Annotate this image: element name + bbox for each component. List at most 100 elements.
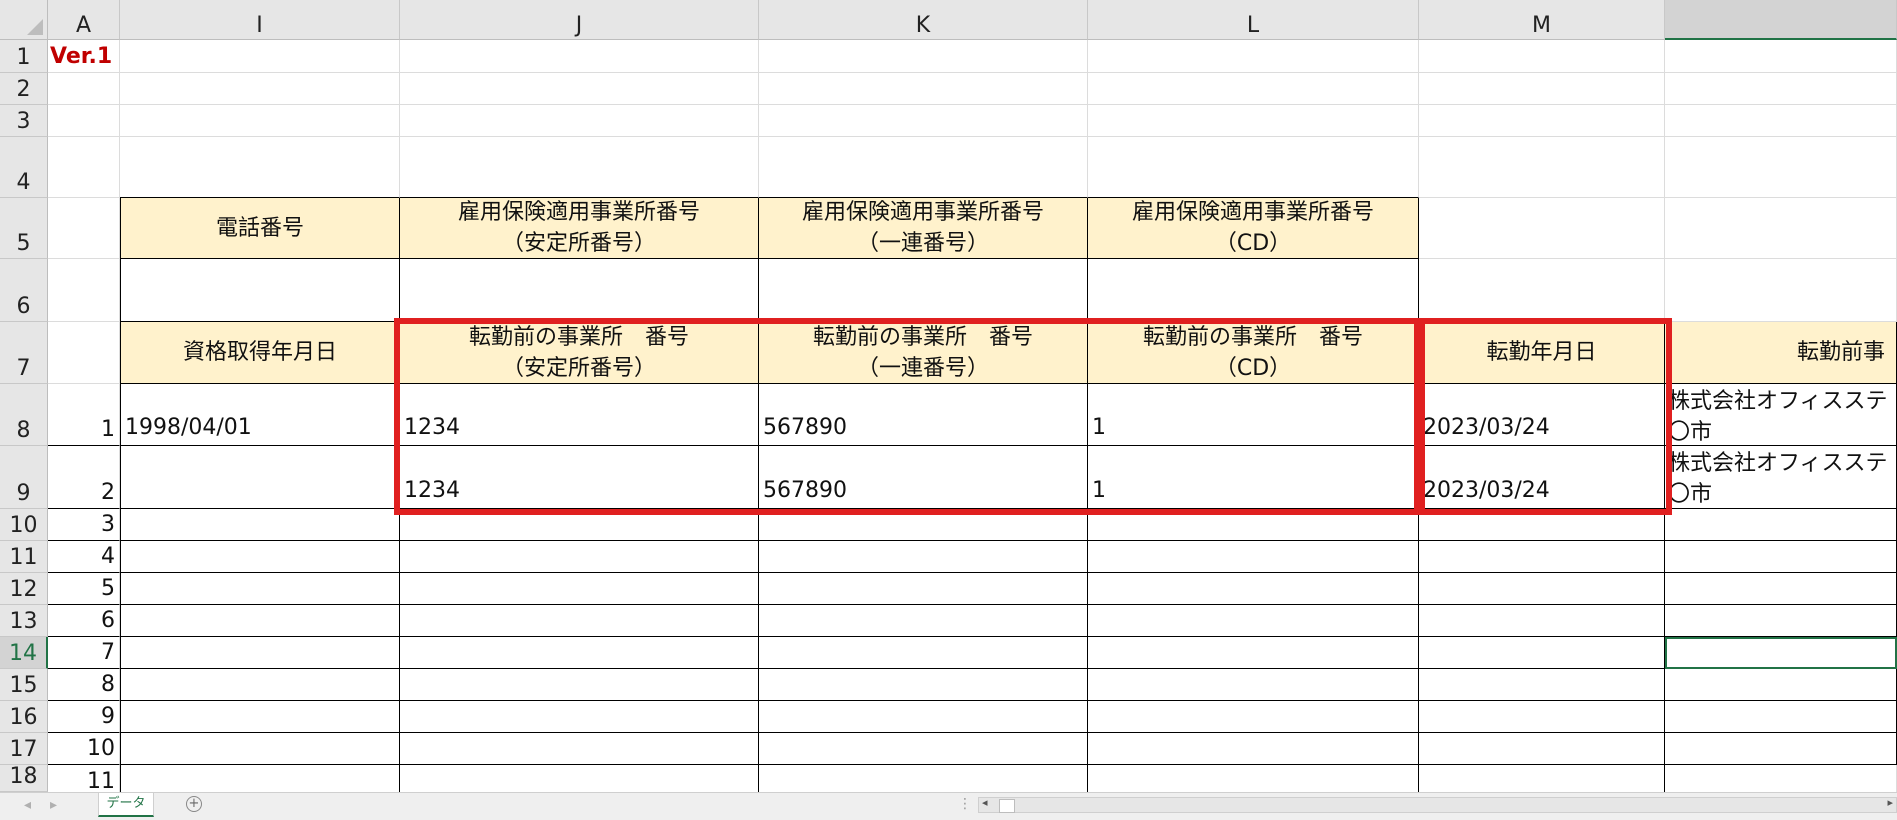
row-header-14[interactable]: 14 [0, 637, 48, 669]
cell[interactable] [1088, 765, 1419, 792]
cell[interactable] [400, 73, 759, 105]
header-office-no-c[interactable]: 雇用保険適用事業所番号 （CD） [1088, 198, 1419, 259]
cell[interactable] [759, 259, 1088, 322]
row-header-17[interactable]: 17 [0, 733, 48, 765]
cell-no[interactable]: 2 [48, 446, 120, 509]
cell[interactable] [1088, 509, 1419, 541]
cell[interactable] [1088, 573, 1419, 605]
cell[interactable] [1088, 701, 1419, 733]
cell[interactable] [1419, 573, 1665, 605]
cell-prev-c[interactable]: 1 [1088, 384, 1419, 446]
cell-transfer-date[interactable]: 2023/03/24 [1419, 384, 1665, 446]
cell[interactable] [120, 259, 400, 322]
cell[interactable] [1665, 669, 1897, 701]
column-header-m[interactable]: M [1419, 0, 1665, 40]
cell[interactable] [1665, 137, 1897, 198]
cell[interactable] [120, 701, 400, 733]
cell[interactable] [1419, 198, 1665, 259]
cell[interactable] [759, 637, 1088, 669]
cell[interactable] [1665, 509, 1897, 541]
cell-no[interactable]: 11 [48, 765, 120, 792]
row-header-12[interactable]: 12 [0, 573, 48, 605]
cell-a1[interactable]: Ver.1 [48, 40, 120, 73]
cell-no[interactable]: 4 [48, 541, 120, 573]
cell[interactable] [400, 637, 759, 669]
cell[interactable] [400, 573, 759, 605]
cell[interactable] [48, 198, 120, 259]
cell[interactable] [120, 105, 400, 137]
cell-prev-name[interactable]: 株式会社オフィスステ 〇市 [1665, 384, 1897, 446]
cell[interactable] [1419, 637, 1665, 669]
row-header-5[interactable]: 5 [0, 198, 48, 259]
cell[interactable] [1419, 137, 1665, 198]
cell[interactable] [1419, 701, 1665, 733]
cell[interactable] [1088, 669, 1419, 701]
cell-acq-date[interactable] [120, 446, 400, 509]
cell[interactable] [1088, 40, 1419, 73]
cell[interactable] [400, 701, 759, 733]
cell[interactable] [1419, 105, 1665, 137]
cell[interactable] [1665, 105, 1897, 137]
cell[interactable] [400, 765, 759, 792]
splitter-handle-icon[interactable]: ⋮ [958, 796, 972, 812]
cell-no[interactable]: 1 [48, 384, 120, 446]
cell[interactable] [1665, 198, 1897, 259]
cell[interactable] [759, 105, 1088, 137]
cell[interactable] [120, 669, 400, 701]
scrollbar-thumb[interactable] [999, 799, 1015, 813]
column-header-i[interactable]: I [120, 0, 400, 40]
cell[interactable] [759, 701, 1088, 733]
cell[interactable] [120, 541, 400, 573]
horizontal-scrollbar[interactable]: ◂ ▸ [978, 796, 1897, 813]
cell-prev-c[interactable]: 1 [1088, 446, 1419, 509]
cell[interactable] [1419, 73, 1665, 105]
cell-no[interactable]: 8 [48, 669, 120, 701]
row-header-10[interactable]: 10 [0, 509, 48, 541]
cell[interactable] [759, 541, 1088, 573]
cell[interactable] [400, 541, 759, 573]
cell-no[interactable]: 10 [48, 733, 120, 765]
cell[interactable] [120, 765, 400, 792]
cell[interactable] [400, 605, 759, 637]
cell-prev-name[interactable]: 株式会社オフィスステ 〇市 [1665, 446, 1897, 509]
cell-no[interactable]: 9 [48, 701, 120, 733]
cell[interactable] [759, 765, 1088, 792]
cell[interactable] [1088, 637, 1419, 669]
cell-prev-a[interactable]: 1234 [400, 384, 759, 446]
cell[interactable] [1419, 509, 1665, 541]
cell[interactable] [48, 73, 120, 105]
cell[interactable] [1665, 73, 1897, 105]
column-header-j[interactable]: J [400, 0, 759, 40]
cell-prev-b[interactable]: 567890 [759, 384, 1088, 446]
cell[interactable] [759, 509, 1088, 541]
cell-no[interactable]: 3 [48, 509, 120, 541]
cell[interactable] [1088, 137, 1419, 198]
cell[interactable] [120, 637, 400, 669]
cell[interactable] [1665, 765, 1897, 792]
cell[interactable] [1665, 259, 1897, 322]
cell[interactable] [48, 259, 120, 322]
scroll-left-icon[interactable]: ◂ [982, 796, 988, 809]
cell[interactable] [1419, 765, 1665, 792]
cell[interactable] [120, 733, 400, 765]
header-prev-b[interactable]: 転勤前の事業所 番号 （一連番号） [759, 322, 1088, 384]
cell[interactable] [400, 259, 759, 322]
header-prev-name[interactable]: 転勤前事 [1665, 322, 1897, 384]
cell[interactable] [1665, 40, 1897, 73]
cell[interactable] [400, 733, 759, 765]
cell[interactable] [400, 509, 759, 541]
row-header-1[interactable]: 1 [0, 40, 48, 73]
prev-sheet-icon[interactable]: ◂ [24, 797, 31, 813]
cell[interactable] [120, 573, 400, 605]
header-acq-date[interactable]: 資格取得年月日 [120, 322, 400, 384]
cell[interactable] [1419, 259, 1665, 322]
cell[interactable] [1088, 105, 1419, 137]
cell[interactable] [120, 73, 400, 105]
cell[interactable] [120, 509, 400, 541]
row-header-15[interactable]: 15 [0, 669, 48, 701]
row-header-18[interactable]: 18 [0, 764, 48, 792]
header-prev-c[interactable]: 転勤前の事業所 番号 （CD） [1088, 322, 1419, 384]
cell[interactable] [1665, 701, 1897, 733]
cell-no[interactable]: 5 [48, 573, 120, 605]
cell[interactable] [1665, 541, 1897, 573]
